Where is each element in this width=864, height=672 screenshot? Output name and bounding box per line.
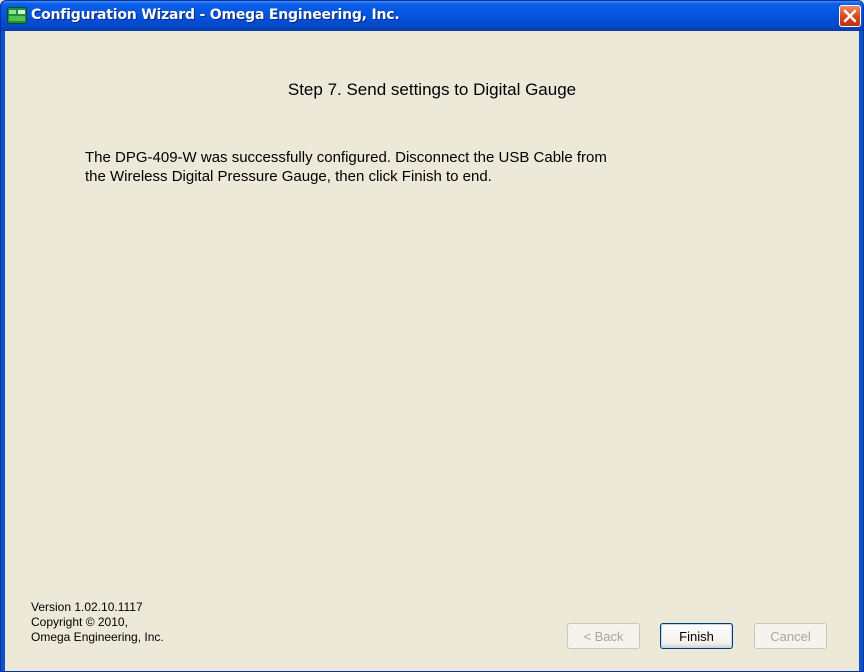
close-icon — [843, 9, 857, 23]
close-button[interactable] — [839, 5, 861, 27]
back-button[interactable]: < Back — [567, 623, 640, 649]
wizard-client-area: Step 7. Send settings to Digital Gauge T… — [5, 31, 859, 671]
title-bar[interactable]: Configuration Wizard - Omega Engineering… — [1, 1, 863, 31]
cancel-button[interactable]: Cancel — [754, 623, 827, 649]
window-title: Configuration Wizard - Omega Engineering… — [31, 7, 400, 23]
omega-app-icon[interactable] — [7, 7, 27, 24]
status-message: The DPG-409-W was successfully configure… — [85, 149, 607, 185]
finish-button[interactable]: Finish — [660, 623, 733, 649]
version-info: Version 1.02.10.1117 Copyright © 2010, O… — [31, 600, 164, 644]
step-title: Step 7. Send settings to Digital Gauge — [287, 80, 577, 99]
wizard-window: Configuration Wizard - Omega Engineering… — [0, 0, 864, 672]
